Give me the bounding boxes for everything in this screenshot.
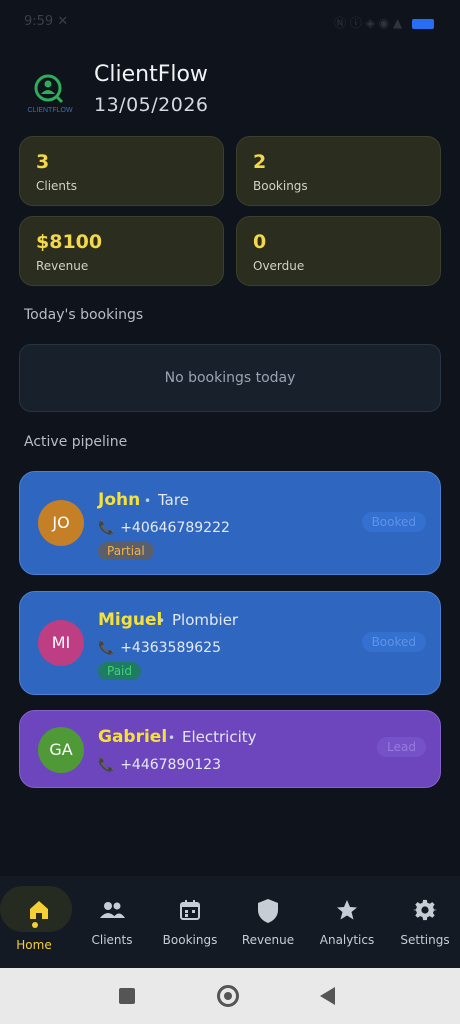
avatar: MI [38,620,84,666]
client-name: John [98,490,141,510]
client-role: Plombier [172,611,239,629]
nav-settings[interactable]: Settings [386,876,460,968]
nav-home[interactable]: Home [0,876,78,968]
back-button[interactable] [320,987,335,1005]
home-button[interactable] [217,985,239,1007]
separator-dot: • [144,494,152,508]
client-phone[interactable]: 📞 +4467890123 [98,757,221,773]
avatar: JO [38,500,84,546]
nav-label: Clients [91,933,133,947]
phone-icon: 📞 [98,641,115,656]
stat-value: 3 [36,151,50,173]
status-icons: Ⓝ ⓘ ◈ ◉ ▲ [334,14,434,31]
phone-icon: 📞 [98,758,115,773]
payment-badge: Partial [98,542,154,560]
phone-icon: 📞 [98,521,115,536]
gear-icon [386,898,460,922]
stage-badge: Lead [377,737,426,757]
home-icon [0,898,78,922]
empty-bookings-box: No bookings today [19,344,441,412]
star-icon [308,898,386,922]
separator-dot: • [168,731,176,745]
nav-label: Home [16,938,52,952]
system-navigation-bar [0,968,460,1024]
nav-label: Analytics [319,933,375,947]
shield-icon [229,898,307,923]
status-bar: 9:59 ✕ Ⓝ ⓘ ◈ ◉ ▲ [0,0,460,44]
bottom-navigation: Home Clients Bookings Revenue Analytics … [0,876,460,968]
client-card-miguel[interactable]: MI Miguel • Plombier 📞 +4363589625 Paid B… [19,591,441,695]
stat-label: Revenue [36,259,89,273]
client-name: Gabriel [98,727,168,747]
stat-label: Overdue [253,259,305,273]
phone-number: +4363589625 [120,640,221,656]
phone-number: +40646789222 [120,520,230,536]
stat-label: Bookings [253,179,308,193]
client-phone[interactable]: 📞 +4363589625 [98,640,221,656]
phone-number: +4467890123 [120,757,221,773]
stat-value: 2 [253,151,267,173]
people-icon [73,898,151,922]
stage-badge: Booked [361,512,426,532]
status-indicators: Ⓝ ⓘ ◈ ◉ ▲ [333,16,403,30]
nav-bookings[interactable]: Bookings [151,876,229,968]
client-role: Tare [158,491,189,509]
payment-badge: Paid [98,662,142,680]
nav-analytics[interactable]: Analytics [308,876,386,968]
avatar: GA [38,727,84,773]
stat-overdue-card[interactable]: 0 Overdue [236,216,441,286]
recent-apps-button[interactable] [119,988,135,1004]
client-phone[interactable]: 📞 +40646789222 [98,520,230,536]
stat-revenue-card[interactable]: $8100 Revenue [19,216,224,286]
home-button-dot [224,992,232,1000]
nav-label: Bookings [162,933,218,947]
battery-icon [412,18,434,29]
pipeline-title: Active pipeline [24,434,128,450]
client-card-gabriel[interactable]: GA Gabriel • Electricity 📞 +4467890123 Le… [19,710,441,788]
current-date: 13/05/2026 [94,94,209,116]
client-role: Electricity [182,728,257,746]
stat-label: Clients [36,179,77,193]
nav-clients[interactable]: Clients [73,876,151,968]
separator-dot: • [158,614,166,628]
app-header: CLIENTFLOW ClientFlow 13/05/2026 [20,62,440,122]
client-card-john[interactable]: JO John • Tare 📞 +40646789222 Partial Boo… [19,471,441,575]
app-title: ClientFlow [94,62,208,87]
empty-bookings-text: No bookings today [164,370,296,386]
nav-label: Settings [400,933,450,947]
stat-value: $8100 [36,231,103,253]
nav-revenue[interactable]: Revenue [229,876,307,968]
stat-clients-card[interactable]: 3 Clients [19,136,224,206]
calendar-icon [151,898,229,922]
todays-bookings-title: Today's bookings [24,307,144,323]
nav-label: Revenue [241,933,295,947]
logo-text: CLIENTFLOW [27,107,73,114]
client-name: Miguel [98,610,163,630]
status-time: 9:59 ✕ [24,14,69,29]
active-dot [32,922,38,928]
app-logo: CLIENTFLOW [20,70,80,114]
stage-badge: Booked [361,632,426,652]
stat-value: 0 [253,231,267,253]
stat-bookings-card[interactable]: 2 Bookings [236,136,441,206]
